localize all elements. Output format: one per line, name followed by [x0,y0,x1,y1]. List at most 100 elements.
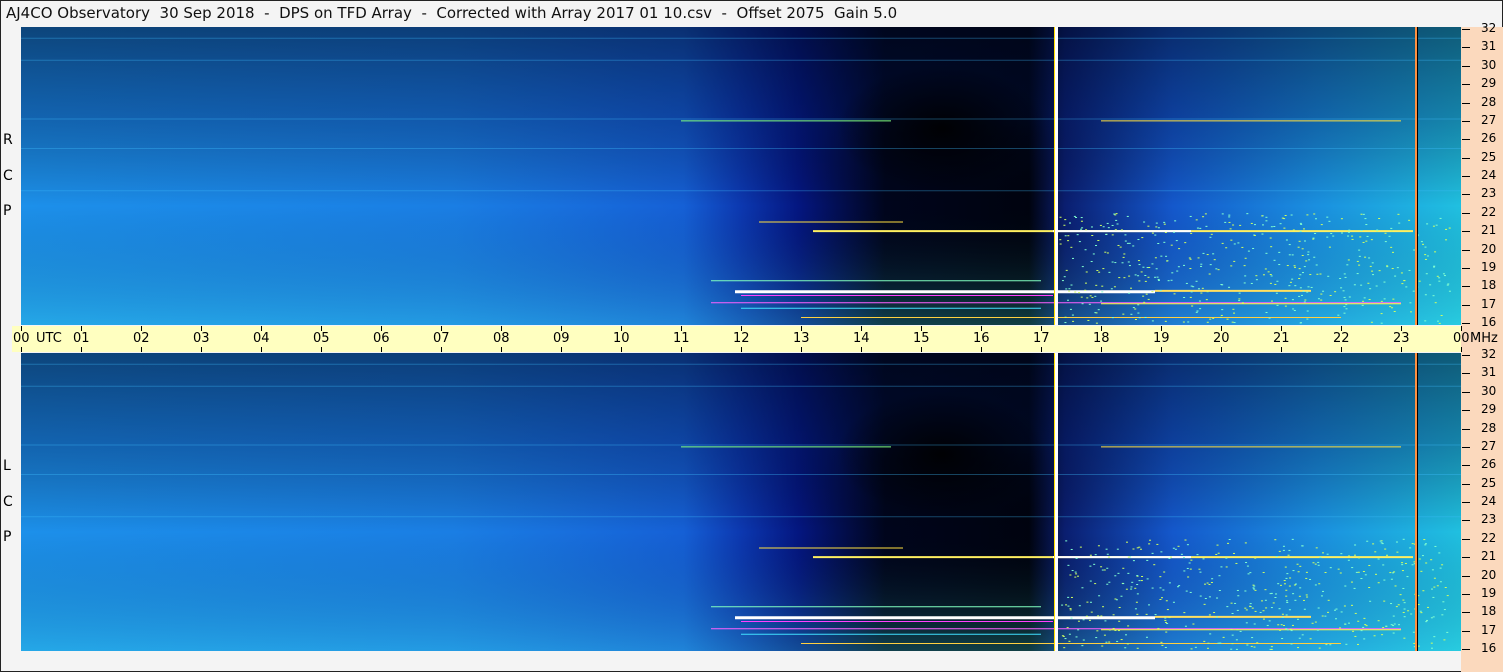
noise-speck [1326,217,1328,218]
noise-speck [1075,573,1077,574]
time-tick [141,347,142,352]
noise-speck [1363,638,1365,639]
noise-speck [1289,577,1291,578]
noise-speck [1351,567,1353,568]
noise-speck [1207,583,1209,584]
noise-speck [1081,221,1083,222]
noise-speck [1285,590,1287,591]
noise-speck [1108,582,1110,583]
noise-speck [1120,247,1122,248]
noise-speck [1394,276,1396,277]
noise-speck [1263,572,1265,573]
noise-speck [1151,291,1153,292]
noise-speck [1168,280,1170,281]
noise-speck [1094,296,1096,297]
noise-speck [1059,239,1061,240]
noise-speck [1121,639,1123,640]
noise-speck [1271,301,1273,302]
noise-speck [1086,271,1088,272]
noise-speck [1437,321,1439,322]
noise-speck [1305,578,1307,579]
noise-speck [1402,588,1404,589]
noise-speck [1209,633,1211,634]
noise-speck [1122,314,1124,315]
noise-speck [1364,297,1366,298]
noise-speck [1283,218,1285,219]
noise-speck [1420,612,1422,613]
noise-speck [1135,608,1137,609]
vertical-marker-edge [1417,353,1418,651]
noise-speck [1401,562,1403,563]
noise-speck [1156,223,1158,224]
noise-speck [1081,587,1083,588]
frequency-tick [1462,373,1470,374]
time-tick [921,347,922,352]
noise-speck [1436,225,1438,226]
noise-speck [1274,539,1276,540]
noise-speck [1413,291,1415,292]
noise-speck [1267,625,1269,626]
noise-speck [1096,630,1098,631]
noise-speck [1343,290,1345,291]
noise-speck [1161,597,1163,598]
noise-speck [1285,567,1287,568]
noise-speck [1141,271,1143,272]
noise-speck [1265,600,1267,601]
noise-speck [1072,570,1074,571]
noise-speck [1237,610,1239,611]
noise-speck [1372,543,1374,544]
noise-speck [1239,225,1241,226]
noise-speck [1252,248,1254,249]
noise-speck [1192,624,1194,625]
noise-speck [1324,616,1326,617]
noise-speck [1299,566,1301,567]
frequency-tick [1462,176,1470,177]
time-tick-label: 16 [973,331,990,346]
noise-speck [1303,600,1305,601]
noise-speck [1060,244,1062,245]
noise-speck [1302,634,1304,635]
noise-speck [1304,240,1306,241]
frequency-tick-label: 18 [1481,604,1496,618]
noise-speck [1218,553,1220,554]
noise-speck [1306,319,1308,320]
noise-speck [1218,269,1220,270]
noise-speck [1095,554,1097,555]
noise-speck [1155,614,1157,615]
noise-speck [1164,618,1166,619]
noise-speck [1138,260,1140,261]
noise-speck [1310,638,1312,639]
noise-speck [1260,612,1262,613]
frequency-tick [1462,410,1470,411]
noise-speck [1395,585,1397,586]
noise-speck [1322,552,1324,553]
noise-speck [1127,216,1129,217]
noise-speck [1066,270,1068,271]
time-tick [321,347,322,352]
noise-speck [1431,589,1433,590]
noise-speck [1362,301,1364,302]
noise-speck [1067,240,1069,241]
noise-speck [1082,266,1084,267]
noise-speck [1232,635,1234,636]
noise-speck [1294,584,1296,585]
noise-speck [1292,625,1294,626]
utc-label: UTC [36,331,62,346]
vertical-marker-line [1055,353,1058,651]
noise-speck [1403,612,1405,613]
noise-speck [1238,300,1240,301]
noise-speck [1252,608,1254,609]
noise-speck [1393,633,1395,634]
noise-speck [1392,268,1394,269]
noise-speck [1112,234,1114,235]
noise-speck [1116,213,1118,214]
frequency-tick [1462,286,1470,287]
noise-speck [1403,638,1405,639]
noise-speck [1135,319,1137,320]
noise-speck [1330,295,1332,296]
noise-speck [1200,264,1202,265]
noise-speck [1433,587,1435,588]
noise-speck [1244,265,1246,266]
noise-speck [1426,223,1428,224]
noise-speck [1209,614,1211,615]
